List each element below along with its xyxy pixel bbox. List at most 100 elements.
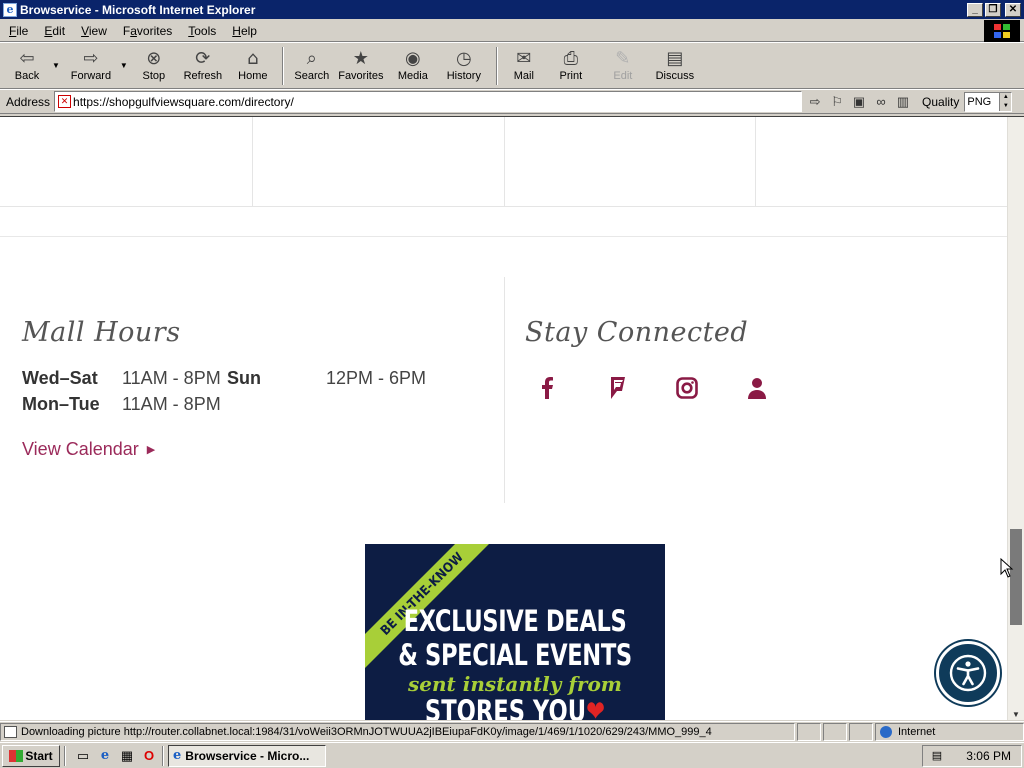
windows-logo-icon (984, 20, 1020, 42)
promo-subline: sent instantly from (408, 672, 622, 696)
favorites-button[interactable]: ★ Favorites (334, 45, 388, 87)
status-pane (797, 722, 821, 741)
ie-logo-icon: e (173, 748, 182, 763)
promo-headline-2: & SPECIAL EVENTS (398, 638, 632, 672)
find-binoculars-icon[interactable]: ∞ (872, 93, 890, 111)
address-input[interactable]: ✕ https://shopgulfviewsquare.com/directo… (54, 91, 803, 112)
windows-flag-icon (9, 749, 24, 762)
refresh-button[interactable]: ⟳ Refresh (176, 45, 230, 87)
quality-label: Quality (922, 94, 960, 109)
stay-connected-heading: Stay Connected (525, 317, 749, 348)
history-button[interactable]: ◷ History (438, 45, 490, 87)
store-grid-row (0, 117, 1007, 207)
mall-hours-heading: Mall Hours (22, 317, 181, 348)
minimize-button[interactable]: _ (967, 2, 983, 17)
column-divider (504, 277, 505, 503)
toolbar-separator (281, 46, 284, 85)
window-title: Browservice - Microsoft Internet Explore… (20, 2, 256, 17)
close-button[interactable]: ✕ (1005, 2, 1021, 17)
taskbar: Start ▭ e ▦ O e Browservice - Micro... ▤… (0, 742, 1024, 768)
page-viewport: Mall Hours Wed–Sat 11AM - 8PM Sun 12PM -… (0, 116, 1024, 720)
media-icon: ◉ (404, 48, 421, 69)
menu-favorites[interactable]: Favorites (114, 24, 179, 38)
explorer-quicklaunch-icon[interactable]: ▦ (118, 747, 136, 765)
menu-file[interactable]: File (0, 24, 35, 38)
stop-button[interactable]: ⊗ Stop (132, 45, 176, 87)
stop-icon: ⊗ (146, 48, 162, 69)
address-bar: Address ✕ https://shopgulfviewsquare.com… (0, 89, 1024, 114)
forward-arrow-icon: ⇨ (83, 48, 99, 69)
home-button[interactable]: ⌂ Home (230, 45, 276, 87)
ie-quicklaunch-icon[interactable]: e (96, 747, 114, 765)
mail-button[interactable]: ✉ Mail (504, 45, 544, 87)
hours-row-2: Mon–Tue 11AM - 8PM (22, 394, 221, 415)
opera-quicklaunch-icon[interactable]: O (140, 747, 158, 765)
scroll-down-icon[interactable]: ▼ (1012, 710, 1020, 719)
media-button[interactable]: ◉ Media (388, 45, 438, 87)
desktop-quicklaunch-icon[interactable]: ▭ (74, 747, 92, 765)
history-icon: ◷ (455, 48, 472, 69)
search-icon: ⌕ (306, 48, 317, 69)
facebook-icon[interactable] (534, 375, 560, 401)
print-button[interactable]: ⎙ Print (544, 45, 598, 87)
standard-toolbar: ⇦ Back ▼ ⇨ Forward ▼ ⊗ Stop ⟳ Refresh ⌂ … (0, 43, 1024, 89)
hours-day: Mon–Tue (22, 394, 100, 414)
system-tray: ▤ 3:06 PM (922, 744, 1022, 767)
mail-icon: ✉ (516, 48, 532, 69)
discuss-button[interactable]: ▤ Discuss (648, 45, 702, 87)
quality-select[interactable]: PNG ▲ ▼ (964, 91, 1013, 112)
menu-view[interactable]: View (72, 24, 114, 38)
mouse-cursor-icon (1000, 558, 1014, 578)
status-pane (823, 722, 847, 741)
menu-edit[interactable]: Edit (35, 24, 72, 38)
restore-button[interactable]: ❐ (985, 2, 1001, 17)
foursquare-icon[interactable] (604, 375, 630, 401)
internet-globe-icon (880, 725, 892, 738)
edit-button[interactable]: ✎ Edit (598, 45, 648, 87)
back-arrow-icon: ⇦ (19, 48, 35, 69)
clipboard-icon[interactable]: ▥ (894, 93, 912, 111)
hours-day: Wed–Sat (22, 368, 98, 388)
home-icon: ⌂ (247, 48, 259, 69)
vertical-scrollbar[interactable]: ▼ (1007, 117, 1024, 720)
user-icon[interactable] (744, 375, 770, 401)
taskbar-item-browservice[interactable]: e Browservice - Micro... (168, 744, 326, 767)
hours-row-1: Wed–Sat 11AM - 8PM Sun 12PM - 6PM (22, 368, 426, 389)
ie-logo-icon: e (3, 2, 17, 17)
go-arrow-icon[interactable]: ⇨ (806, 93, 824, 111)
accessibility-icon (949, 654, 987, 692)
address-label: Address (6, 94, 51, 109)
search-button[interactable]: ⌕ Search (290, 45, 334, 87)
edit-page-icon: ✎ (615, 48, 631, 69)
quality-spinner-icon[interactable]: ▲ ▼ (999, 92, 1012, 111)
section-divider (0, 236, 1007, 237)
page-icon[interactable]: ▣ (850, 93, 868, 111)
forward-dropdown-icon[interactable]: ▼ (120, 61, 128, 70)
promo-banner[interactable]: BE IN-THE-KNOW EXCLUSIVE DEALS & SPECIAL… (365, 544, 665, 720)
back-button[interactable]: ⇦ Back (4, 45, 50, 87)
favorites-folder-icon: ★ (352, 48, 369, 69)
hours-time: 11AM - 8PM (122, 394, 221, 414)
back-dropdown-icon[interactable]: ▼ (52, 61, 60, 70)
hours-day: Sun (227, 368, 261, 388)
status-bar: Downloading picture http://router.collab… (0, 721, 1024, 741)
hours-time: 11AM - 8PM (122, 368, 221, 388)
status-pane (849, 722, 873, 741)
promo-headline-3: STORES YOU❤ (398, 694, 632, 720)
start-button[interactable]: Start (2, 744, 60, 767)
insecure-page-icon: ✕ (58, 95, 72, 108)
view-calendar-link[interactable]: View Calendar ▶ (22, 439, 155, 460)
menu-bar: File Edit View Favorites Tools Help (0, 19, 1024, 43)
address-url: https://shopgulfviewsquare.com/directory… (73, 94, 294, 109)
heart-icon: ❤ (586, 694, 606, 720)
hours-time: 12PM - 6PM (326, 368, 427, 388)
network-tray-icon[interactable]: ▤ (929, 749, 945, 763)
security-zone: Internet (875, 722, 1024, 741)
menu-help[interactable]: Help (223, 24, 264, 38)
discuss-icon: ▤ (666, 48, 684, 69)
accessibility-button[interactable] (936, 641, 1000, 705)
bookmark-icon[interactable]: ⚐ (828, 93, 846, 111)
forward-button[interactable]: ⇨ Forward (64, 45, 118, 87)
instagram-icon[interactable] (674, 375, 700, 401)
menu-tools[interactable]: Tools (179, 24, 223, 38)
